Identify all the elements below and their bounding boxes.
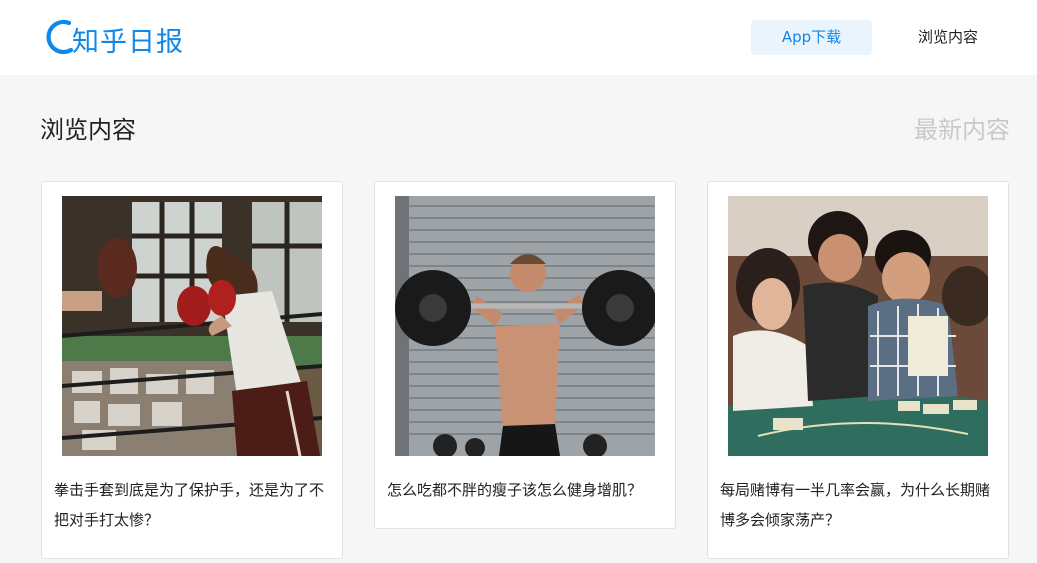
logo-text: 知乎日报 — [72, 26, 184, 58]
story-card[interactable]: 拳击手套到底是为了保护手，还是为了不把对手打太惨？ — [41, 181, 343, 559]
story-card[interactable]: 怎么吃都不胖的瘦子该怎么健身增肌？ — [374, 181, 676, 529]
story-card[interactable]: 每局赌博有一半几率会赢，为什么长期赌博多会倾家荡产？ — [707, 181, 1009, 559]
story-title[interactable]: 每局赌博有一半几率会赢，为什么长期赌博多会倾家荡产？ — [720, 475, 998, 535]
nav-browse-link[interactable]: 浏览内容 — [906, 20, 990, 55]
story-thumbnail-boxing — [62, 196, 322, 456]
story-thumbnail-fitness — [395, 196, 655, 456]
latest-content-link[interactable]: 最新内容 — [914, 110, 1010, 145]
zhihu-daily-logo[interactable]: 知乎日报 — [42, 12, 184, 60]
story-title[interactable]: 怎么吃都不胖的瘦子该怎么健身增肌？ — [387, 475, 665, 505]
story-title[interactable]: 拳击手套到底是为了保护手，还是为了不把对手打太惨？ — [54, 475, 332, 535]
story-thumbnail-gambling — [728, 196, 988, 456]
app-download-button[interactable]: App下载 — [751, 20, 872, 55]
top-header: 知乎日报 App下载 浏览内容 — [0, 0, 1037, 75]
logo-c-icon — [46, 19, 74, 55]
section-title: 浏览内容 — [40, 116, 136, 144]
